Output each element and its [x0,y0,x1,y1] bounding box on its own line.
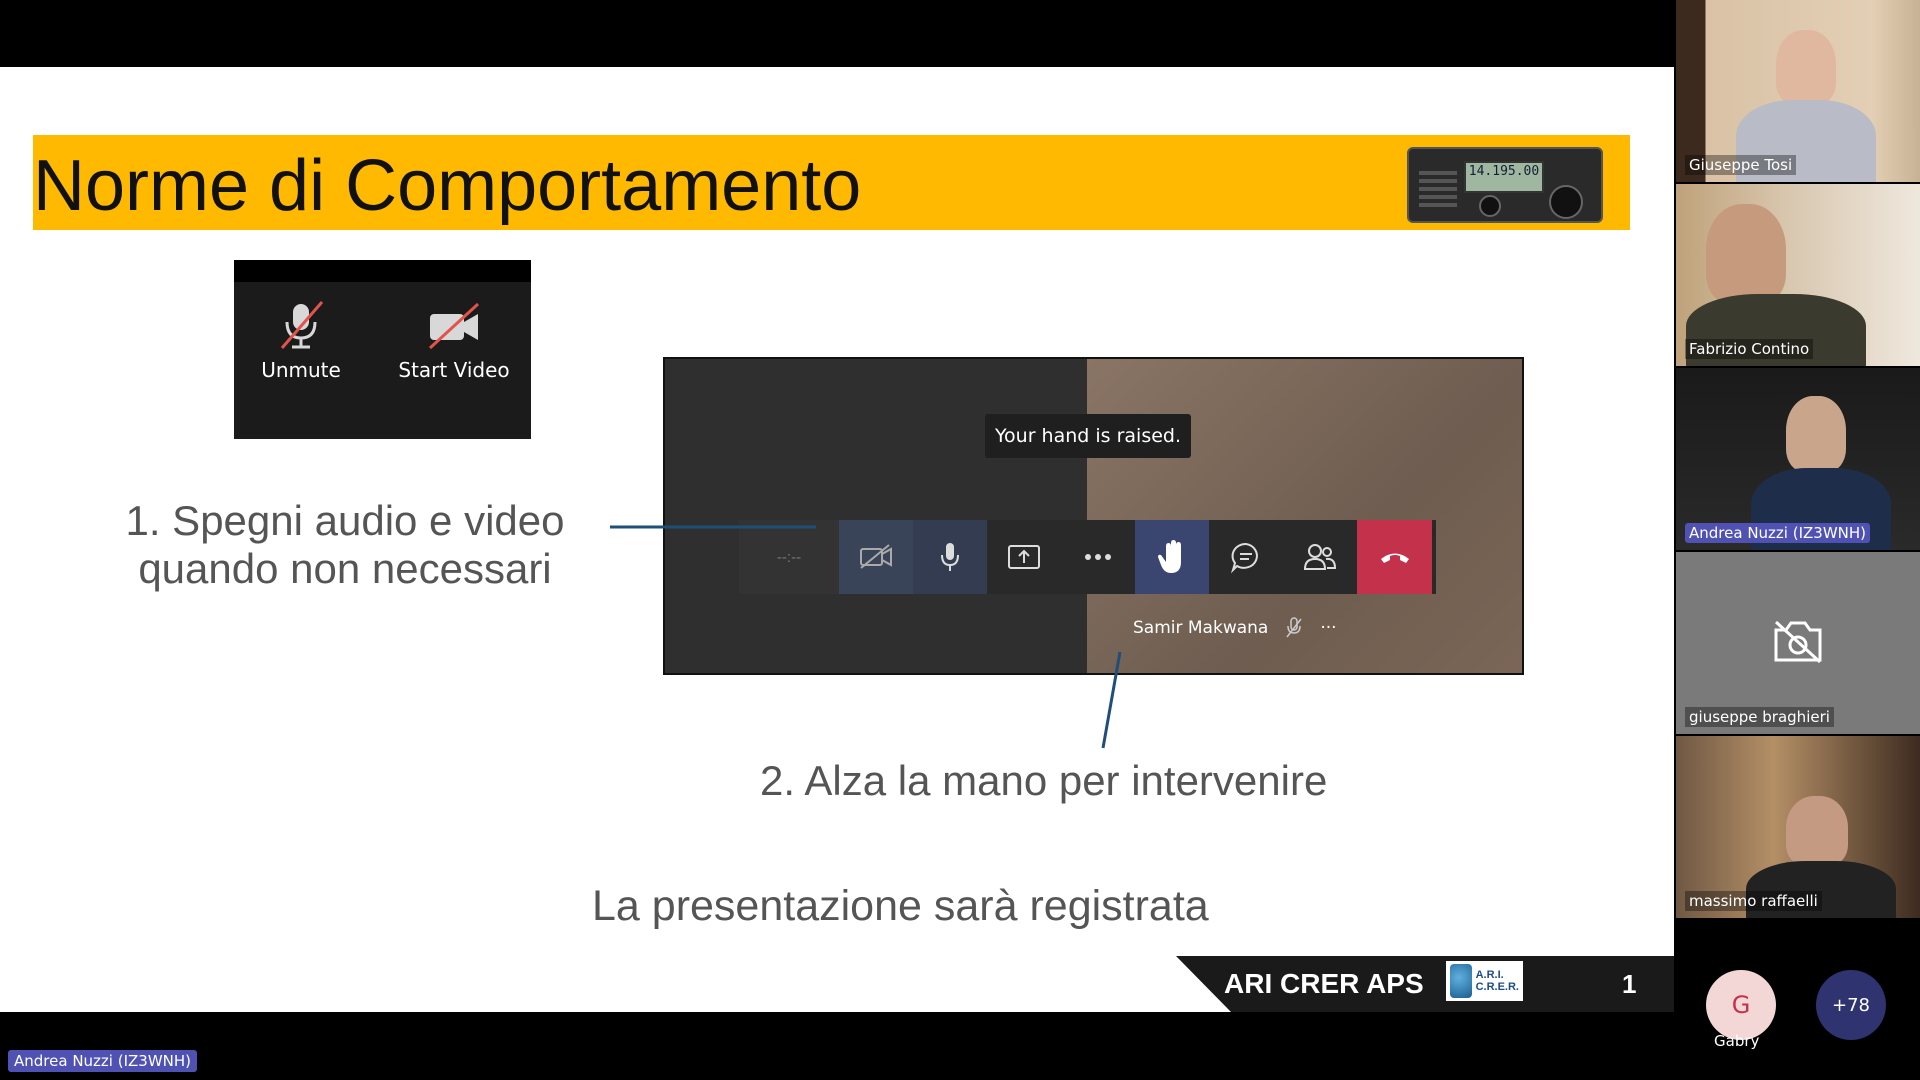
participant-tile[interactable]: Andrea Nuzzi (IZ3WNH) [1676,368,1920,550]
radio-knob [1549,185,1583,219]
avatar-name: Gabry [1714,1032,1760,1050]
radio-buttons [1419,167,1457,207]
step2-text: 2. Alza la mano per intervenire [760,757,1328,804]
preview-participant-name: Samir Makwana [1133,618,1269,638]
muted-mic-icon [280,301,324,349]
hand-raised-tooltip: Your hand is raised. [985,414,1191,458]
camera-off-icon [839,520,913,594]
active-speaker-label: Andrea Nuzzi (IZ3WNH) [8,1050,198,1072]
slide-title: Norme di Comportamento [33,146,862,226]
participant-name: Fabrizio Contino [1685,339,1814,359]
radio-knob-small [1479,195,1501,217]
step1-line1: 1. Spegni audio e video [125,497,565,544]
participant-name: massimo raffaelli [1685,891,1822,911]
preview-participant-strip: Samir Makwana ··· [1133,617,1337,639]
avatar-gabry[interactable]: G [1706,970,1776,1040]
radio-display: 14.195.00 [1464,161,1544,193]
chat-icon [1209,520,1283,594]
slide-title-bar: Norme di Comportamento 14.195.00 [33,135,1630,230]
more-options-icon [1061,520,1135,594]
participant-video [1706,204,1786,304]
participant-tile[interactable]: Giuseppe Tosi [1676,0,1920,182]
hang-up-icon [1357,520,1432,594]
teams-meeting-preview-image: Your hand is raised. --:-- Samir Makwana… [663,357,1524,675]
participant-name: giuseppe braghieri [1685,707,1834,727]
participant-sidebar: Giuseppe Tosi Fabrizio Contino Andrea Nu… [1674,0,1920,1080]
zoom-topbar [234,260,531,282]
participant-video [1776,30,1836,105]
video-off-icon [428,302,480,350]
microphone-icon [913,520,987,594]
ari-crer-logo: A.R.I. C.R.E.R. [1446,961,1523,1001]
participant-name: Giuseppe Tosi [1685,155,1797,175]
camera-off-icon [1774,620,1822,664]
more-participants-count: +78 [1832,994,1870,1016]
step1-text: 1. Spegni audio e video quando non neces… [95,497,595,593]
preview-muted-icon [1286,617,1302,638]
teams-call-toolbar: --:-- [739,520,1436,594]
call-timer: --:-- [739,520,839,594]
share-screen-icon [987,520,1061,594]
unmute-label: Unmute [261,358,341,382]
participant-video [1786,796,1848,866]
recording-note: La presentazione sarà registrata [592,882,1209,930]
footer-org-name: ARI CRER APS [1224,968,1424,999]
raise-hand-icon [1135,520,1209,594]
zoom-controls-image: Unmute Start Video [234,260,531,439]
logo-line1: A.R.I. [1475,969,1504,981]
slide-footer: ARI CRER APS A.R.I. C.R.E.R. 1 [1176,956,1674,1012]
more-participants-button[interactable]: +78 [1816,970,1886,1040]
radio-transceiver-image: 14.195.00 [1407,147,1603,223]
preview-more-icon: ··· [1320,618,1337,638]
participant-tile[interactable]: giuseppe braghieri [1676,552,1920,734]
participant-name: Andrea Nuzzi (IZ3WNH) [1685,523,1871,543]
unmute-control: Unmute [246,300,356,382]
start-video-label: Start Video [398,358,510,382]
shared-slide: Norme di Comportamento 14.195.00 Unmute [0,67,1674,1012]
logo-line2: C.R.E.R. [1475,981,1519,993]
participant-tile[interactable]: massimo raffaelli [1676,736,1920,918]
start-video-control: Start Video [384,300,524,382]
globe-icon [1450,964,1472,998]
slide-page-number: 1 [1622,969,1637,999]
participants-icon [1283,520,1357,594]
step1-line2: quando non necessari [138,545,552,592]
avatar-initial: G [1731,991,1751,1019]
participant-tile[interactable]: Fabrizio Contino [1676,184,1920,366]
participant-video [1786,396,1846,472]
